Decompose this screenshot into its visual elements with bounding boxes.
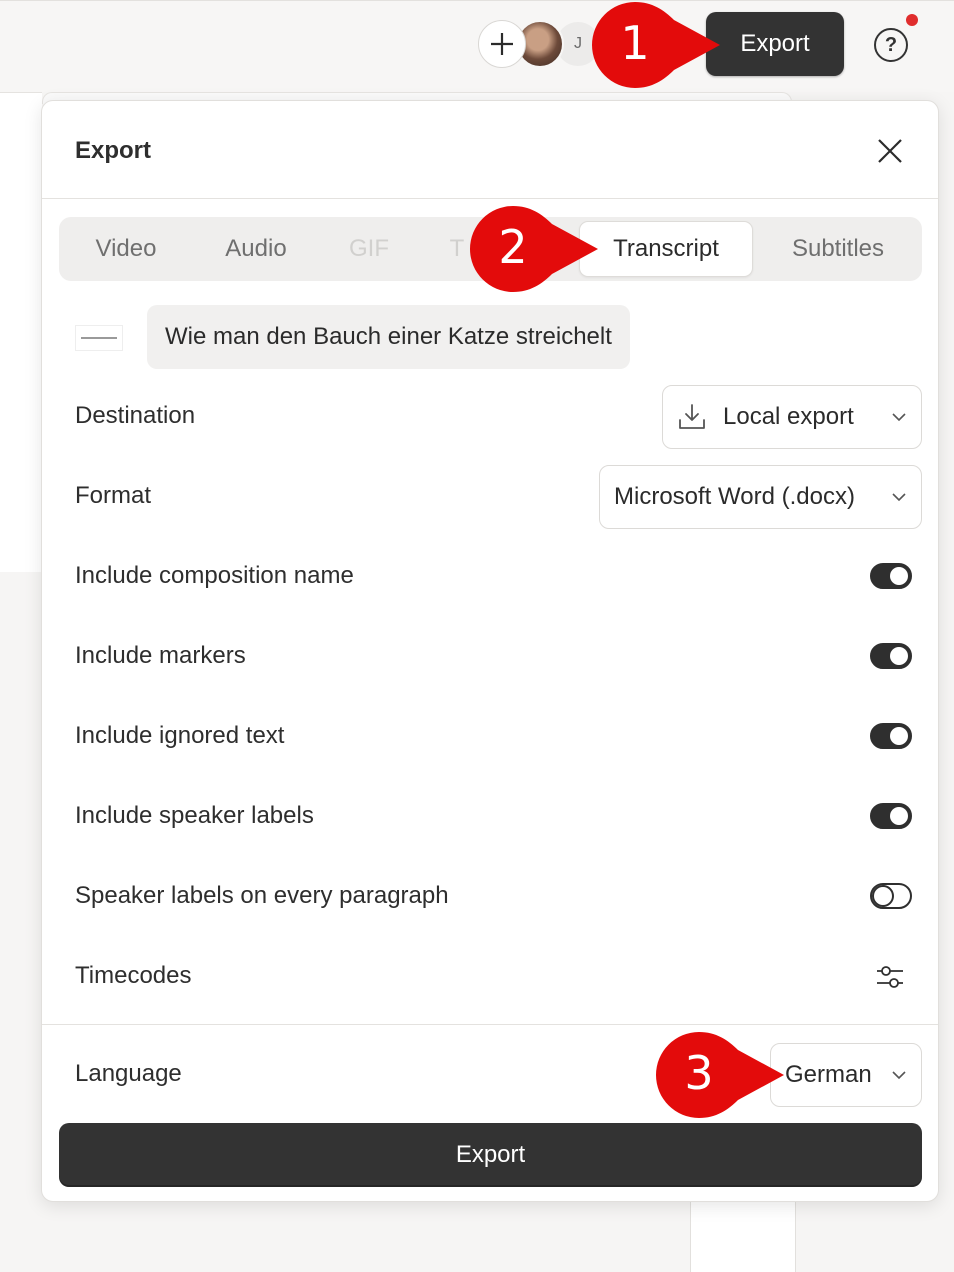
export-button-label: Export [455,1141,526,1168]
dialog-header: Export [42,101,938,199]
include-composition-name-toggle[interactable] [870,563,912,589]
editor-background-pane [0,92,42,572]
include-speaker-labels-label: Include speaker labels [75,802,314,829]
composition-thumbnail [75,325,123,351]
sliders-icon [877,966,903,988]
dialog-title: Export [75,137,152,164]
timecodes-label: Timecodes [75,962,192,989]
avatar-initial-text: J [574,35,582,52]
timecodes-settings-button[interactable] [874,961,906,993]
close-button[interactable] [874,135,906,167]
speaker-labels-every-paragraph-toggle[interactable] [870,883,912,909]
include-markers-toggle[interactable] [870,643,912,669]
tab-subtitles[interactable]: Subtitles [759,217,917,281]
tab-gif[interactable]: GIF [329,217,409,281]
format-select[interactable]: Microsoft Word (.docx) [599,465,922,529]
background-sidebar-strip [690,1190,796,1272]
format-label: Format [75,482,152,509]
export-button[interactable]: Export [59,1123,922,1187]
include-ignored-text-label: Include ignored text [75,722,285,749]
chevron-down-icon [891,1070,907,1080]
callout-2-number: 2 [498,220,528,274]
speaker-labels-every-paragraph-label: Speaker labels on every paragraph [75,882,449,909]
callout-3: 3 [656,1030,796,1120]
destination-select[interactable]: Local export [662,385,922,449]
callout-1: 1 [592,0,732,90]
callout-2: 2 [470,204,610,294]
composition-name: Wie man den Bauch einer Katze streichelt [147,305,630,369]
callout-1-number: 1 [620,16,650,70]
close-icon [878,139,902,163]
language-value: German [785,1061,872,1088]
format-value: Microsoft Word (.docx) [614,483,855,510]
language-label: Language [75,1060,182,1087]
destination-value: Local export [723,403,854,430]
add-collaborator-button[interactable] [478,20,526,68]
tab-audio[interactable]: Audio [191,217,321,281]
chevron-down-icon [891,412,907,422]
download-icon [679,404,705,429]
include-ignored-text-toggle[interactable] [870,723,912,749]
top-export-label: Export [740,30,810,57]
chevron-down-icon [891,492,907,502]
include-markers-label: Include markers [75,642,246,669]
destination-label: Destination [75,402,196,429]
callout-3-number: 3 [684,1046,714,1100]
plus-icon [491,33,513,55]
help-icon: ? [884,33,898,56]
help-button[interactable]: ? [874,28,908,62]
notification-dot [906,14,918,26]
include-composition-name-label: Include composition name [75,562,354,589]
footer-divider [42,1024,938,1025]
include-speaker-labels-toggle[interactable] [870,803,912,829]
tab-video[interactable]: Video [59,217,193,281]
